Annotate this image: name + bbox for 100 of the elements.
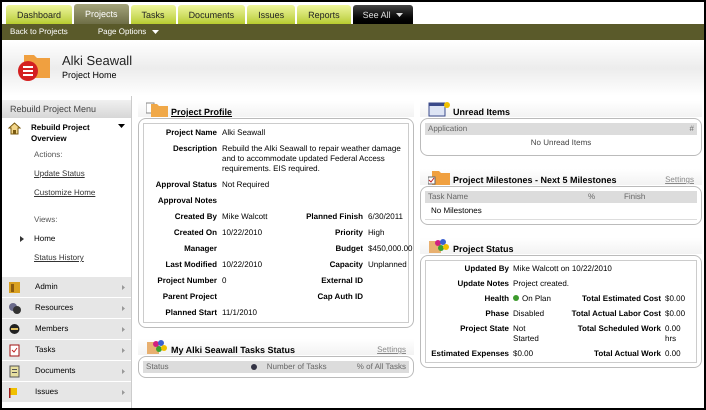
column-header: Status [146, 362, 169, 372]
field-label: Manager [183, 244, 217, 254]
field-value: Not Required [222, 180, 270, 190]
empty-message: No Unread Items [530, 137, 592, 149]
nav-tab[interactable]: Tasks [130, 5, 176, 24]
action-link[interactable]: Update Status [34, 169, 85, 179]
field-value: Not Started [513, 324, 540, 344]
field-value: 10/22/2010 [222, 260, 264, 270]
field-label: Parent Project [162, 292, 217, 302]
field-label: External ID [320, 276, 363, 286]
field-value: On Plan [522, 294, 551, 304]
column-header: # [690, 124, 694, 134]
arrow-right-icon [122, 390, 125, 394]
project-title: Alki Seawall [62, 56, 132, 66]
field-label: Project Number [156, 276, 217, 286]
field-label: Planned Start [164, 308, 217, 318]
caret-icon [152, 30, 160, 34]
document-icon [8, 364, 21, 378]
field-value: 0 [222, 276, 228, 286]
person-icon [8, 322, 21, 336]
action-link[interactable]: Customize Home [34, 188, 96, 198]
nav-tab[interactable]: Reports [297, 5, 351, 24]
table-row: No Milestones [425, 203, 697, 220]
panel-title: Unread Items [453, 107, 510, 117]
field-label: Project State [459, 324, 509, 335]
field-label: Updated By [464, 264, 509, 274]
nav-tab[interactable]: Dashboard [6, 5, 72, 24]
field-value: 0.00 hrs [665, 324, 682, 344]
current-view-marker [20, 236, 24, 242]
field-label: Estimated Expenses [430, 349, 509, 359]
field-label: Priority [334, 228, 363, 238]
page-subtitle: Project Home [62, 70, 118, 80]
people-icon [8, 302, 21, 314]
field-label: Health [484, 294, 509, 304]
field-value: $0.00 [665, 294, 686, 304]
field-label: Last Modified [164, 260, 217, 270]
field-label: Update Notes [456, 279, 509, 289]
field-value: Unplanned [368, 260, 408, 270]
field-value: 6/30/2011 [368, 212, 404, 222]
arrow-right-icon [122, 348, 125, 352]
module-menu-item[interactable]: Admin [2, 277, 131, 297]
field-label: Approval Notes [156, 196, 217, 206]
field-label: Project Name [164, 128, 217, 138]
panel-title-link[interactable]: Project Profile [171, 107, 232, 117]
column-header: Number of Tasks [266, 362, 328, 372]
nav-tab[interactable]: Documents [178, 5, 246, 24]
nav-tab[interactable]: Projects [74, 4, 129, 24]
field-label: Created By [174, 212, 217, 222]
nav-tab[interactable]: Issues [247, 5, 296, 24]
caret-down-icon [118, 124, 125, 128]
back-link[interactable]: Back to Projects [10, 27, 68, 37]
field-label: Total Actual Work [593, 349, 661, 359]
colored-dots-icon [146, 339, 168, 355]
module-menu-item[interactable]: Documents [2, 361, 131, 381]
checklist-icon [8, 344, 21, 356]
panel-title: My Alki Seawall Tasks Status [171, 345, 296, 355]
house-icon [8, 122, 21, 135]
field-value: 0.00 [665, 349, 682, 359]
column-header: Task Name [428, 192, 470, 202]
view-link[interactable]: Home [34, 234, 56, 243]
column-header: Application [428, 124, 468, 134]
arrow-right-icon [122, 284, 125, 290]
field-value: Disabled [513, 309, 544, 319]
menu-title: Rebuild Project Menu [2, 100, 131, 118]
column-header: % of All Tasks [356, 362, 406, 372]
arrow-right-icon [122, 368, 125, 374]
field-label: Phase [484, 309, 509, 319]
overview-link[interactable]: Rebuild Project Overview [31, 122, 111, 144]
field-value: 11/1/2010 [222, 308, 258, 318]
module-menu-item[interactable]: Resources [2, 298, 131, 318]
module-menu-item[interactable]: Issues [2, 382, 131, 402]
field-value: $0.00 [665, 309, 686, 319]
field-label: Approval Status [154, 180, 217, 190]
caret-icon [396, 12, 403, 16]
field-label: Total Actual Labor Cost [570, 309, 661, 319]
panel-title: Project Milestones - Next 5 Milestones [453, 175, 617, 185]
colored-dots-icon [428, 238, 450, 254]
see-all-menu[interactable]: See All [352, 5, 413, 24]
field-label: Planned Finish [305, 212, 363, 222]
module-menu-item[interactable]: Members [2, 319, 131, 339]
field-label: Capacity [328, 260, 363, 270]
field-value: Rebuild the Alki Seawall to repair weather damage and to accommodate updated Federal Access requirements. EIS required. [222, 144, 402, 174]
column-header: Finish [624, 192, 646, 202]
field-value: $0.00 [513, 349, 534, 359]
collapse-toggle[interactable] [118, 124, 125, 128]
field-value: 10/22/2010 [222, 228, 264, 238]
page-options-menu[interactable]: Page Options [98, 27, 160, 37]
view-link[interactable]: Status History [34, 253, 84, 262]
module-menu-item[interactable]: Tasks [2, 340, 131, 360]
window-icon [428, 101, 450, 117]
field-label: Created On [172, 228, 217, 238]
field-value: Alki Seawall [222, 128, 266, 138]
field-value: Project created. [513, 279, 570, 289]
field-value: Mike Walcott on 10/22/2010 [513, 264, 612, 274]
field-label: Total Estimated Cost [581, 294, 661, 304]
field-value: Mike Walcott [222, 212, 268, 222]
column-header: % [588, 192, 596, 202]
field-label: Description [172, 144, 217, 155]
section-label: Views: [34, 215, 58, 225]
field-value: $450,000.00 [368, 244, 412, 254]
